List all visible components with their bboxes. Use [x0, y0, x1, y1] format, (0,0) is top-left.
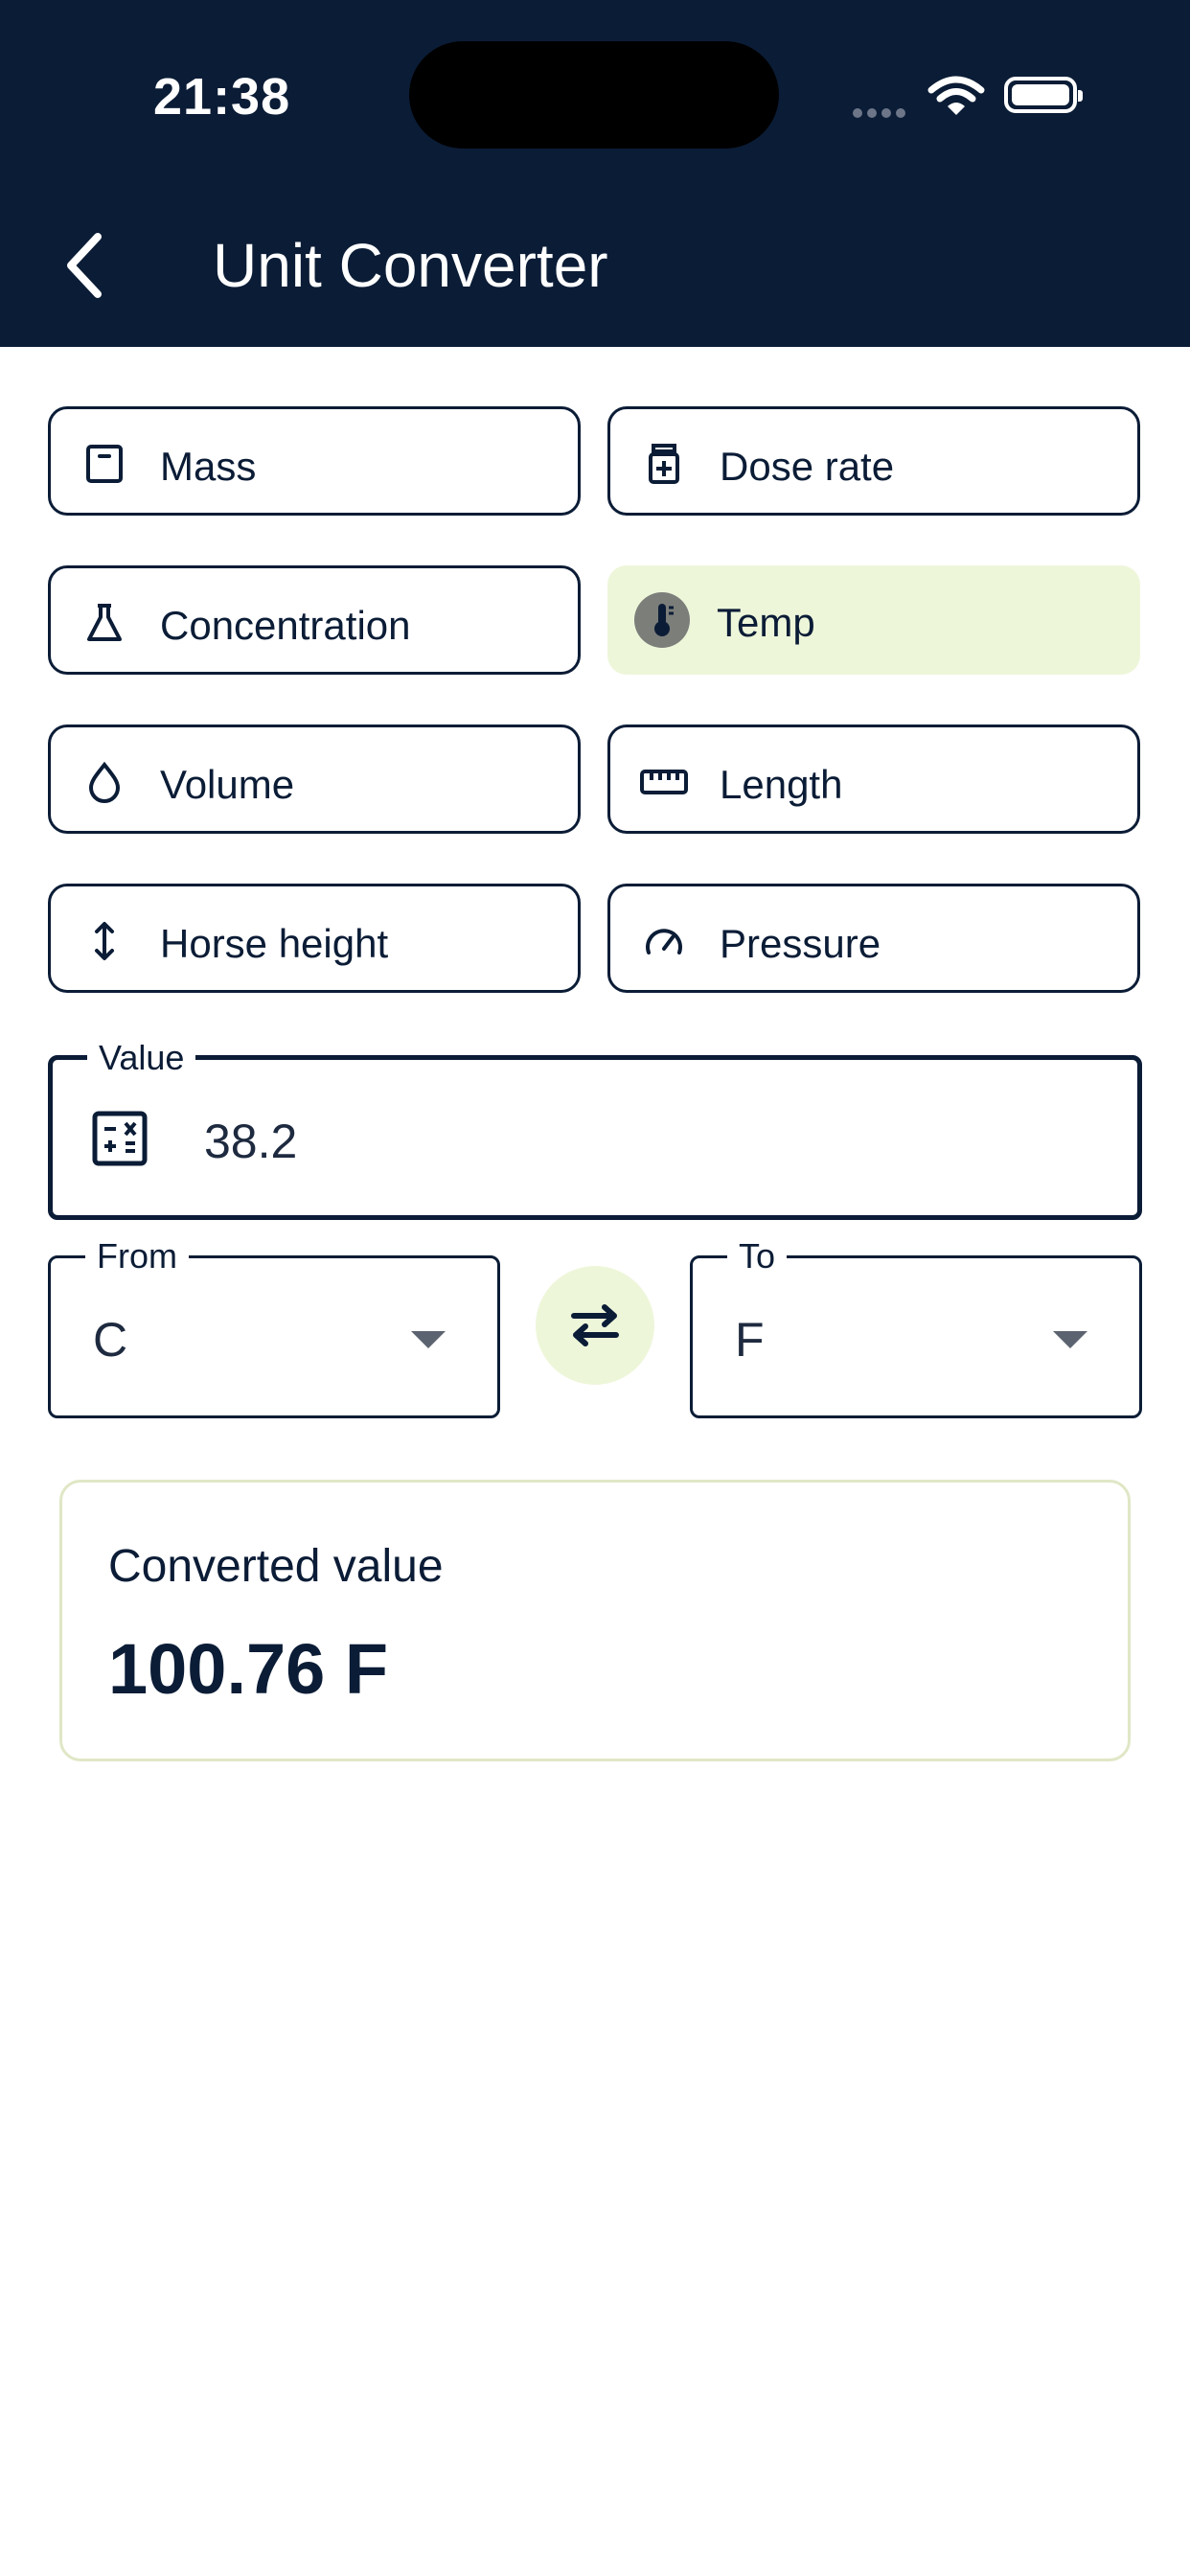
category-label: Length — [720, 762, 843, 807]
from-unit-select[interactable]: From C — [48, 1237, 500, 1418]
app-header: 21:38 Unit Converter — [0, 0, 1190, 347]
result-card: Converted value 100.76 F — [59, 1480, 1131, 1761]
chevron-down-icon — [411, 1331, 446, 1348]
to-field-label: To — [727, 1237, 788, 1276]
battery-icon — [1004, 77, 1083, 113]
wifi-icon — [927, 76, 985, 115]
value-input[interactable]: 38.2 — [204, 1114, 297, 1169]
category-label: Mass — [160, 444, 257, 489]
category-mass[interactable]: Mass — [48, 406, 581, 516]
category-label: Pressure — [720, 921, 881, 966]
category-length[interactable]: Length — [607, 724, 1140, 834]
page-title: Unit Converter — [213, 231, 608, 300]
result-value: 100.76 F — [108, 1629, 389, 1709]
category-label: Temp — [717, 600, 815, 645]
thermometer-icon — [634, 592, 690, 648]
category-volume[interactable]: Volume — [48, 724, 581, 834]
swap-icon — [571, 1304, 619, 1346]
droplet-icon — [88, 761, 121, 803]
from-unit-value: C — [93, 1313, 128, 1367]
to-unit-select[interactable]: To F — [690, 1237, 1142, 1418]
to-unit-value: F — [735, 1313, 765, 1367]
vertical-arrows-icon — [95, 922, 114, 960]
dynamic-island — [409, 41, 779, 149]
status-time: 21:38 — [153, 68, 291, 126]
cellular-signal-icon — [853, 105, 910, 123]
category-concentration[interactable]: Concentration — [48, 565, 581, 675]
back-arrow-icon[interactable] — [57, 227, 115, 304]
chevron-down-icon — [1053, 1331, 1087, 1348]
medicine-bottle-icon — [649, 444, 679, 484]
from-field-label: From — [85, 1237, 189, 1276]
swap-units-button[interactable] — [536, 1266, 654, 1385]
category-label: Horse height — [160, 921, 389, 966]
value-field-label: Value — [87, 1039, 196, 1077]
category-pressure[interactable]: Pressure — [607, 884, 1140, 993]
flask-icon — [87, 604, 122, 641]
category-horse-height[interactable]: Horse height — [48, 884, 581, 993]
ruler-icon — [640, 770, 688, 794]
category-label: Volume — [160, 762, 295, 807]
result-label: Converted value — [108, 1541, 444, 1592]
category-temp[interactable]: Temp — [607, 565, 1140, 675]
category-label: Concentration — [160, 603, 411, 648]
category-label: Dose rate — [720, 444, 895, 489]
scale-icon — [86, 445, 123, 483]
value-input-field[interactable]: Value 38.2 — [48, 1039, 1142, 1220]
calculator-icon — [92, 1111, 148, 1166]
category-dose-rate[interactable]: Dose rate — [607, 406, 1140, 516]
gauge-icon — [646, 929, 682, 954]
